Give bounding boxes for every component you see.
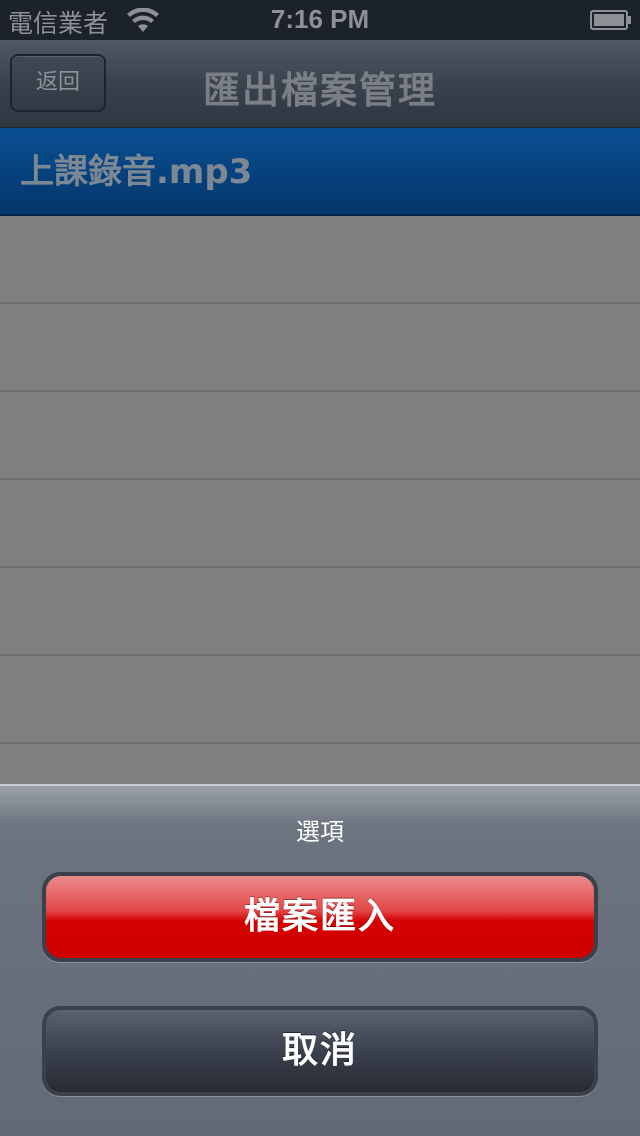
action-sheet-title: 選項 bbox=[296, 818, 344, 846]
action-sheet: 選項 檔案匯入 取消 bbox=[0, 784, 640, 1136]
battery-icon bbox=[590, 10, 631, 30]
clock: 7:16 PM bbox=[270, 4, 370, 34]
cancel-button[interactable]: 取消 bbox=[46, 1010, 594, 1092]
empty-row bbox=[0, 480, 640, 568]
import-file-button[interactable]: 檔案匯入 bbox=[46, 876, 594, 958]
import-button-frame: 檔案匯入 bbox=[42, 872, 598, 962]
list-item[interactable]: 上課錄音.mp3 bbox=[0, 128, 640, 216]
empty-row bbox=[0, 392, 640, 480]
empty-row bbox=[0, 216, 640, 304]
file-name: 上課錄音.mp3 bbox=[20, 152, 253, 192]
back-button[interactable]: 返回 bbox=[10, 54, 106, 112]
empty-row bbox=[0, 656, 640, 744]
file-list: 上課錄音.mp3 bbox=[0, 128, 640, 744]
status-bar: 電信業者 7:16 PM bbox=[0, 0, 640, 40]
page-title: 匯出檔案管理 bbox=[203, 69, 437, 112]
empty-row bbox=[0, 304, 640, 392]
navigation-bar: 返回 匯出檔案管理 bbox=[0, 40, 640, 128]
empty-row bbox=[0, 568, 640, 656]
cancel-button-frame: 取消 bbox=[42, 1006, 598, 1096]
